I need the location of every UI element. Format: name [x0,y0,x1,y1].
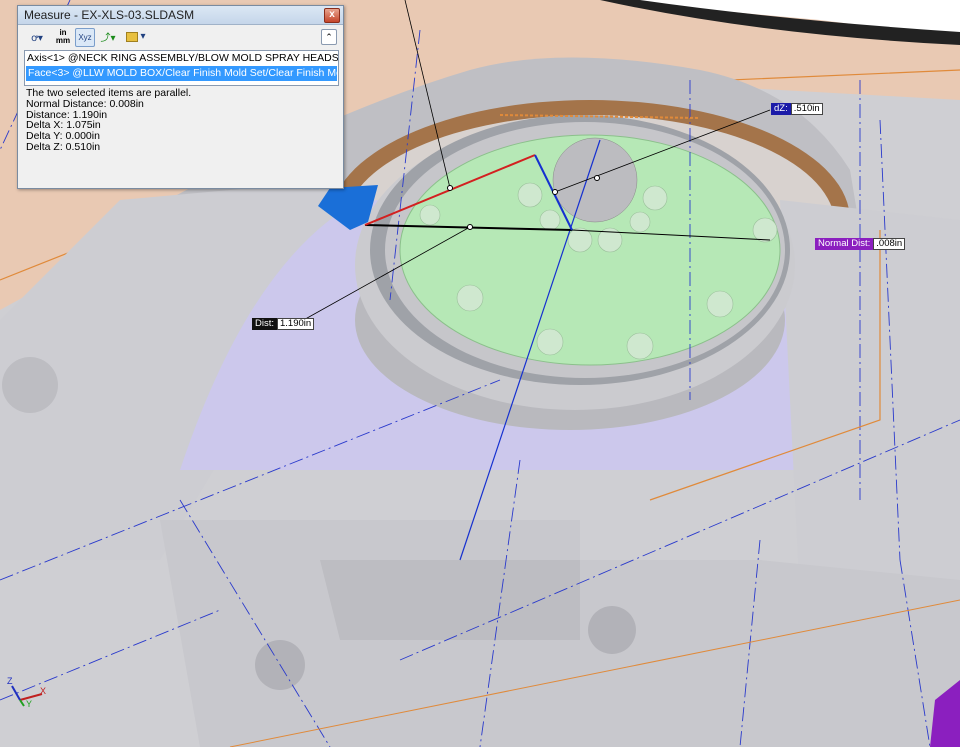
selection-list[interactable]: Axis<1> @NECK RING ASSEMBLY/BLOW MOLD SP… [24,50,339,86]
dz-callout[interactable]: dZ: .510in [771,103,823,115]
normal-dist-callout-value: .008in [873,238,906,250]
dz-callout-label: dZ: [771,103,791,115]
point-to-point-button[interactable]: ⤴▾ [97,28,119,45]
coordinate-system-button[interactable]: ▾ [123,28,149,45]
units-precision-button[interactable]: in mm [54,28,72,45]
triad-x-label: X [40,686,47,696]
measure-dialog: Measure - EX-XLS-03.SLDASM x ꝍ▾ in mm Xy… [17,5,344,189]
list-item[interactable]: Face<3> @LLW MOLD BOX/Clear Finish Mold … [26,66,338,81]
dist-callout[interactable]: Dist: 1.190in [252,318,315,330]
folder-icon [126,31,139,42]
arc-circle-measure-button[interactable]: ꝍ▾ [24,28,50,45]
collapse-button[interactable]: ⌃ [321,29,337,45]
normal-dist-callout[interactable]: Normal Dist: .008in [815,238,906,250]
result-line: Delta Z: 0.510in [26,140,101,153]
dist-callout-value: 1.190in [277,318,315,330]
measure-toolbar: ꝍ▾ in mm Xyz ⤴▾ ▾ ⌃ [18,25,343,49]
dz-callout-value: .510in [790,103,823,115]
list-item[interactable]: Axis<1> @NECK RING ASSEMBLY/BLOW MOLD SP… [25,51,338,66]
units-mm-label: mm [55,35,71,45]
dist-callout-label: Dist: [252,318,277,330]
dialog-titlebar[interactable]: Measure - EX-XLS-03.SLDASM x [18,6,343,25]
measure-results: The two selected items are parallel. Nor… [26,88,339,153]
normal-dist-callout-label: Normal Dist: [815,238,874,250]
view-triad: Z X Y [4,676,48,710]
dialog-title: Measure - EX-XLS-03.SLDASM [24,8,195,22]
show-xyz-button[interactable]: Xyz [75,28,95,47]
triad-z-label: Z [7,676,13,686]
close-button[interactable]: x [324,8,340,23]
result-line: Normal Distance: 0.008in [26,97,144,110]
triad-y-label: Y [26,699,33,709]
chevron-down-icon: ▾ [140,31,146,42]
